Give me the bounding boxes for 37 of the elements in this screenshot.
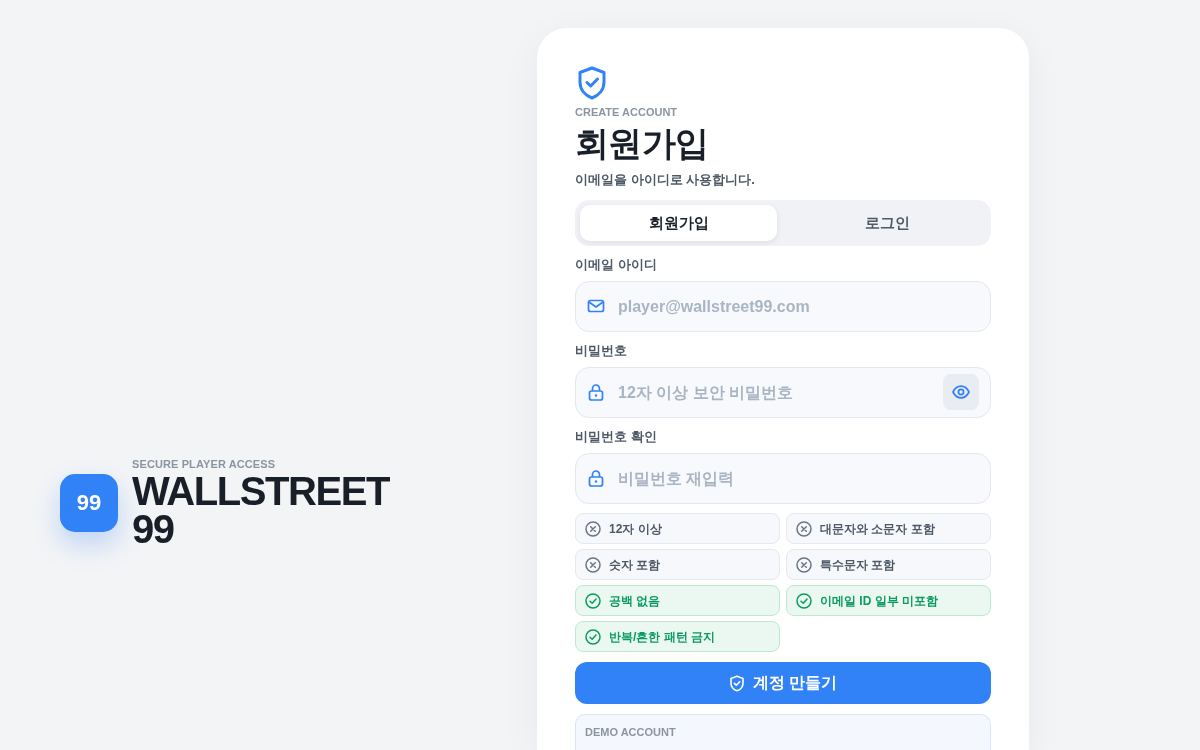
- requirement-text: 반복/흔한 패턴 금지: [609, 629, 715, 644]
- password-field[interactable]: 비밀번호 재입력: [575, 453, 991, 504]
- x-circle-icon: [585, 556, 601, 573]
- requirement-text: 특수문자 포함: [820, 557, 896, 572]
- requirement-text: 이메일 ID 일부 미포함: [820, 593, 938, 608]
- show-password-button[interactable]: [943, 374, 979, 410]
- shield-check-icon: [728, 674, 745, 692]
- lock-icon: [587, 383, 605, 401]
- check-circle-icon: [796, 592, 812, 609]
- brand-tagline: SECURE PLAYER ACCESS: [132, 457, 277, 471]
- form-eyebrow: CREATE ACCOUNT: [575, 105, 679, 119]
- mail-icon: [587, 297, 605, 315]
- requirement-text: 12자 이상: [609, 521, 662, 536]
- x-circle-icon: [796, 520, 812, 537]
- field-label: 이메일 아이디: [575, 257, 658, 273]
- x-circle-icon: [585, 520, 601, 537]
- email-field[interactable]: player@wallstreet99.com: [575, 281, 991, 332]
- x-circle-icon: [796, 556, 812, 573]
- requirement-text: 공백 없음: [609, 593, 661, 608]
- tab[interactable]: 로그인: [789, 205, 986, 241]
- check-circle-icon: [585, 592, 601, 609]
- brand-logo: 99: [60, 473, 118, 532]
- field-label: 비밀번호 확인: [575, 429, 658, 445]
- requirement-text: 숫자 포함: [609, 557, 661, 572]
- field-label: 비밀번호: [575, 343, 628, 359]
- demo-account-title: DEMO ACCOUNT: [585, 725, 677, 739]
- eye-icon: [952, 383, 970, 401]
- brand-name: WALLSTREET 99: [132, 472, 391, 548]
- create-account-button[interactable]: 계정 만들기: [575, 662, 991, 704]
- shield-check-icon: [577, 66, 607, 100]
- form-subtitle: 이메일을 아이디로 사용합니다.: [575, 171, 756, 189]
- tab[interactable]: 회원가입: [580, 205, 777, 241]
- lock-icon: [587, 469, 605, 487]
- check-circle-icon: [585, 628, 601, 645]
- requirement-text: 대문자와 소문자 포함: [820, 521, 935, 536]
- form-title: 회원가입: [575, 123, 710, 163]
- password-field[interactable]: 12자 이상 보안 비밀번호: [575, 367, 991, 418]
